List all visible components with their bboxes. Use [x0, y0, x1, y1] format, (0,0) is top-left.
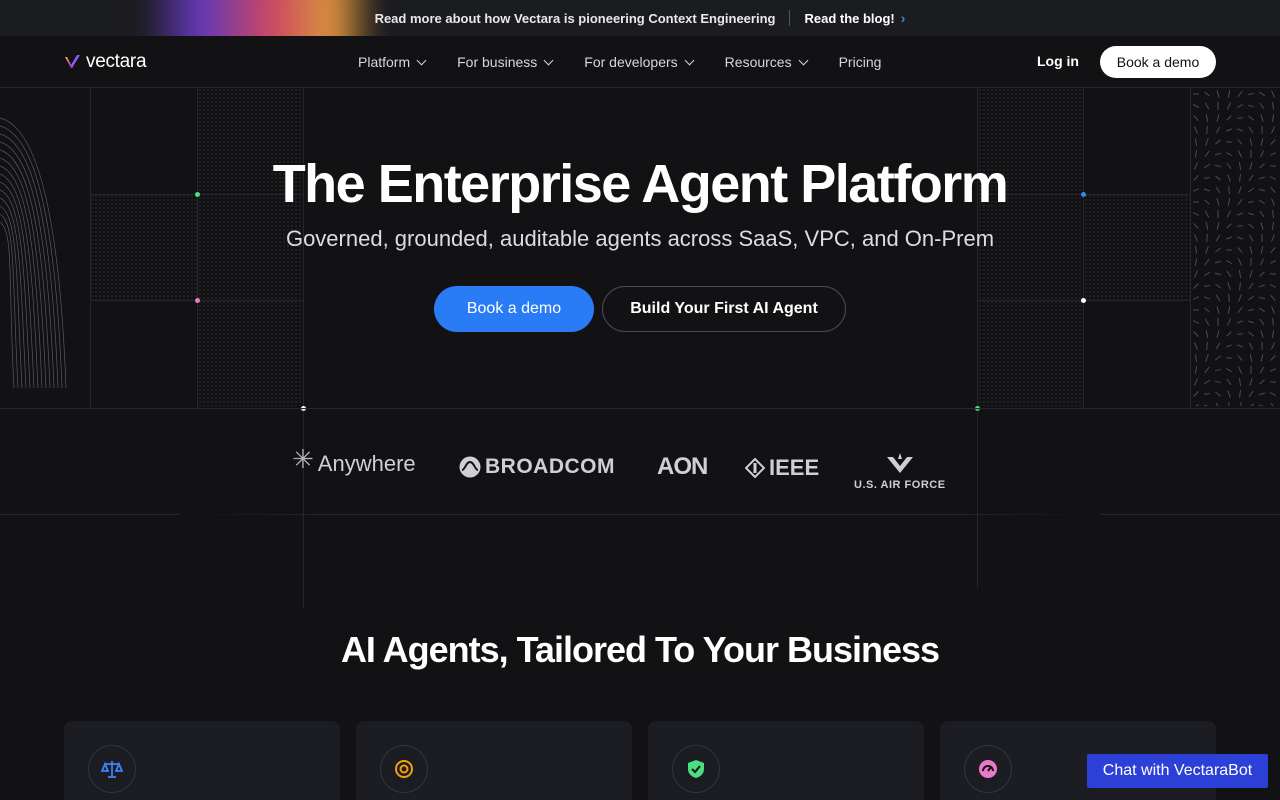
announcement-glow — [140, 0, 380, 36]
vectara-logo[interactable]: vectara — [64, 51, 147, 73]
top-nav: vectara Platform For business For develo… — [0, 36, 1280, 88]
nav-item-for-developers[interactable]: For developers — [584, 54, 695, 70]
customer-logo-aon: AON — [657, 453, 708, 481]
broadcom-icon — [459, 456, 481, 478]
shield-check-icon — [672, 745, 720, 793]
chevron-right-icon: › — [900, 10, 906, 26]
announcement-bar: Read more about how Vectara is pioneerin… — [0, 0, 1280, 36]
section-title: AI Agents, Tailored To Your Business — [340, 629, 940, 670]
customer-logo-name: U.S. AIR FORCE — [854, 479, 946, 491]
nav-item-label: For business — [457, 54, 538, 70]
feature-card[interactable] — [64, 721, 340, 800]
scales-icon — [88, 745, 136, 793]
customer-logo-name: Anywhere — [317, 451, 416, 476]
chevron-down-icon — [684, 55, 695, 65]
hero-subtitle: Governed, grounded, auditable agents acr… — [285, 226, 995, 251]
chevron-down-icon — [543, 55, 554, 65]
build-agent-button[interactable]: Build Your First AI Agent — [602, 286, 846, 332]
accent-dot — [195, 298, 200, 303]
customer-logo-name: BROADCOM — [485, 455, 615, 478]
feature-card[interactable] — [356, 721, 632, 800]
vectara-v-icon — [65, 55, 80, 68]
nav-item-for-business[interactable]: For business — [457, 54, 554, 70]
read-blog-link[interactable]: Read the blog! › — [804, 10, 905, 26]
nav-item-label: Platform — [358, 54, 411, 70]
announcement-divider — [789, 10, 791, 26]
customer-logo-strip: ✳ Anywhere BROADCOM AON IEEE U.S. — [0, 408, 1280, 516]
book-demo-button[interactable]: Book a demo — [434, 286, 594, 332]
grid-line — [90, 300, 303, 301]
feature-card[interactable] — [648, 721, 924, 800]
nav-item-platform[interactable]: Platform — [358, 54, 427, 70]
login-link[interactable]: Log in — [1037, 53, 1079, 69]
nav-item-resources[interactable]: Resources — [724, 54, 809, 70]
ieee-diamond-icon — [745, 458, 765, 478]
customer-logo-broadcom: BROADCOM — [459, 455, 615, 479]
accent-dot — [1081, 298, 1086, 303]
main-menu: Platform For business For developers Res… — [358, 36, 881, 88]
chevron-down-icon — [798, 55, 809, 65]
logo-fade-right — [960, 409, 1100, 516]
logo-wordmark: vectara — [86, 51, 147, 72]
customer-logo-name: AON — [657, 453, 708, 480]
nav-book-demo-button[interactable]: Book a demo — [1100, 46, 1216, 78]
customer-logo-air-force: U.S. AIR FORCE — [854, 453, 946, 491]
customer-logo-ieee: IEEE — [745, 455, 819, 481]
chat-widget-button[interactable]: Chat with VectaraBot — [1087, 754, 1268, 788]
chevron-down-icon — [416, 55, 427, 65]
nav-item-pricing[interactable]: Pricing — [839, 54, 882, 70]
nav-item-label: Resources — [724, 54, 792, 70]
air-force-wings-icon — [886, 453, 913, 473]
nav-item-label: Pricing — [838, 54, 882, 70]
gauge-icon — [964, 745, 1012, 793]
logo-fade-left — [180, 409, 320, 516]
hero-title: The Enterprise Agent Platform — [272, 154, 1009, 214]
nav-item-label: For developers — [584, 54, 678, 70]
grid-line — [977, 300, 1190, 301]
read-blog-label: Read the blog! — [804, 10, 895, 26]
announcement-message[interactable]: Read more about how Vectara is pioneerin… — [375, 11, 776, 26]
target-icon — [380, 745, 428, 793]
customer-logo-name: IEEE — [769, 455, 820, 480]
